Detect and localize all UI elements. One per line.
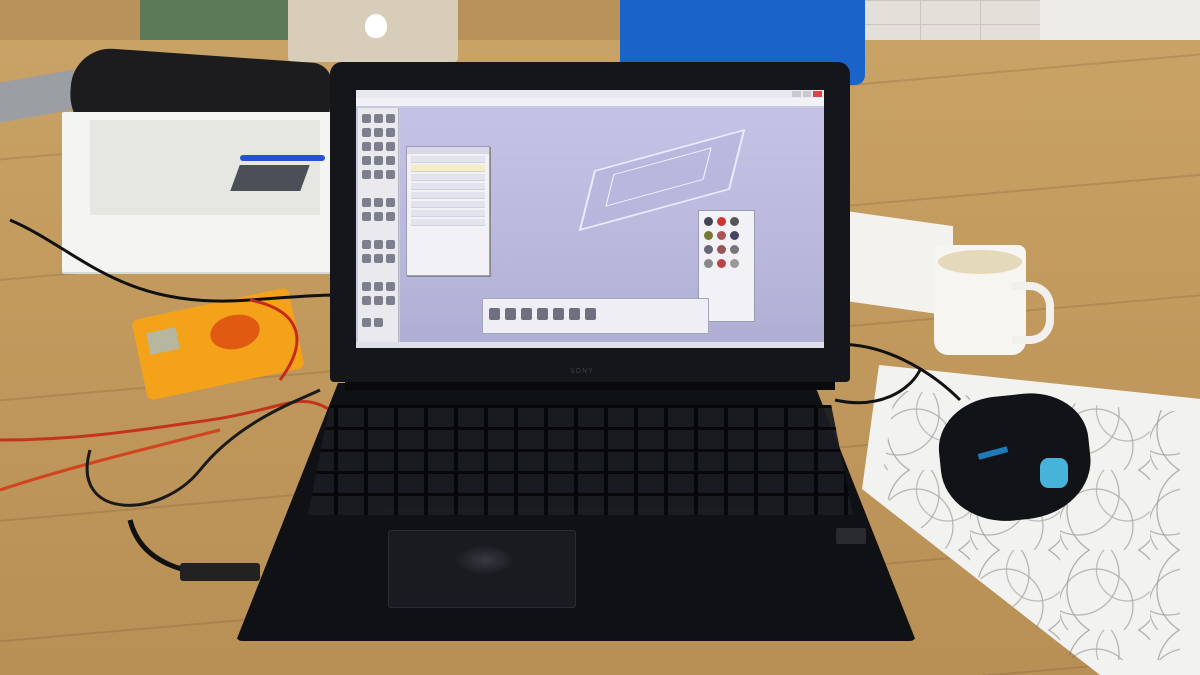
layer-row[interactable] [411, 156, 485, 163]
close-button[interactable] [813, 91, 823, 97]
tool-icon[interactable] [374, 212, 383, 221]
palette-item-icon[interactable] [585, 308, 596, 320]
tool-icon[interactable] [362, 170, 371, 179]
mouse-logo-glow-icon [1040, 458, 1068, 488]
palette-item-icon[interactable] [521, 308, 532, 320]
tool-icon[interactable] [374, 296, 383, 305]
palette-item-icon[interactable] [553, 308, 564, 320]
tool-icon[interactable] [386, 198, 395, 207]
tool-icon[interactable] [374, 170, 383, 179]
keyboard-row-gaps [308, 405, 853, 515]
palette-item-icon[interactable] [489, 308, 500, 320]
layer-row[interactable] [411, 219, 485, 226]
tool-icon[interactable] [374, 254, 383, 263]
layer-row[interactable] [411, 192, 485, 199]
tool-icon[interactable] [386, 296, 395, 305]
palette-item-icon[interactable] [537, 308, 548, 320]
photo-scene: SONY [0, 0, 1200, 675]
tool-icon[interactable] [386, 156, 395, 165]
tool-icon[interactable] [374, 318, 383, 327]
maximize-button[interactable] [802, 91, 812, 97]
tool-icon[interactable] [362, 114, 371, 123]
layer-row[interactable] [411, 210, 485, 217]
left-toolbar [358, 108, 399, 346]
minimize-button[interactable] [792, 91, 801, 97]
tool-icon[interactable] [386, 240, 395, 249]
laptop-screen [356, 90, 824, 348]
tool-icon[interactable] [362, 240, 371, 249]
palette-tool-icon[interactable] [704, 217, 713, 226]
window-controls [792, 91, 823, 97]
tool-icon[interactable] [386, 114, 395, 123]
touchpad-smudge [455, 545, 515, 575]
tool-icon[interactable] [362, 212, 371, 221]
layer-row[interactable] [411, 183, 485, 190]
tool-icon[interactable] [374, 198, 383, 207]
bottom-tool-palette [482, 298, 709, 334]
layers-panel [406, 146, 490, 276]
palette-tool-icon[interactable] [704, 245, 713, 254]
palette-item-icon[interactable] [505, 308, 516, 320]
palette-tool-icon[interactable] [730, 259, 739, 268]
tool-icon[interactable] [374, 128, 383, 137]
tool-icon[interactable] [374, 240, 383, 249]
layer-row-selected[interactable] [411, 165, 485, 172]
palette-tool-icon[interactable] [704, 231, 713, 240]
palette-tool-icon[interactable] [717, 217, 726, 226]
menu-bar [356, 98, 824, 106]
status-bar [356, 342, 824, 348]
tool-icon[interactable] [362, 254, 371, 263]
tool-icon[interactable] [386, 142, 395, 151]
layer-row[interactable] [411, 174, 485, 181]
tool-icon[interactable] [386, 170, 395, 179]
tool-icon[interactable] [362, 142, 371, 151]
tool-icon[interactable] [374, 282, 383, 291]
tool-icon[interactable] [362, 282, 371, 291]
tool-icon[interactable] [374, 114, 383, 123]
tool-icon[interactable] [386, 254, 395, 263]
palette-tool-icon[interactable] [717, 245, 726, 254]
palette-item-icon[interactable] [569, 308, 580, 320]
palette-tool-icon[interactable] [704, 259, 713, 268]
palette-tool-icon[interactable] [730, 231, 739, 240]
tool-icon[interactable] [386, 282, 395, 291]
palette-tool-icon[interactable] [730, 217, 739, 226]
laptop-brand-logo: SONY [570, 358, 610, 375]
tool-icon[interactable] [362, 198, 371, 207]
tool-icon[interactable] [386, 128, 395, 137]
tool-icon[interactable] [374, 156, 383, 165]
tool-icon[interactable] [362, 318, 371, 327]
tool-icon[interactable] [362, 296, 371, 305]
app-titlebar [356, 90, 824, 98]
tool-icon[interactable] [362, 128, 371, 137]
palette-tool-icon[interactable] [717, 231, 726, 240]
layers-panel-header [407, 147, 489, 154]
tool-icon[interactable] [362, 156, 371, 165]
brand-text: SONY [570, 367, 594, 375]
intel-sticker [836, 528, 866, 544]
palette-tool-icon[interactable] [730, 245, 739, 254]
layer-row[interactable] [411, 201, 485, 208]
tool-icon[interactable] [386, 212, 395, 221]
palette-tool-icon[interactable] [717, 259, 726, 268]
tool-icon[interactable] [374, 142, 383, 151]
